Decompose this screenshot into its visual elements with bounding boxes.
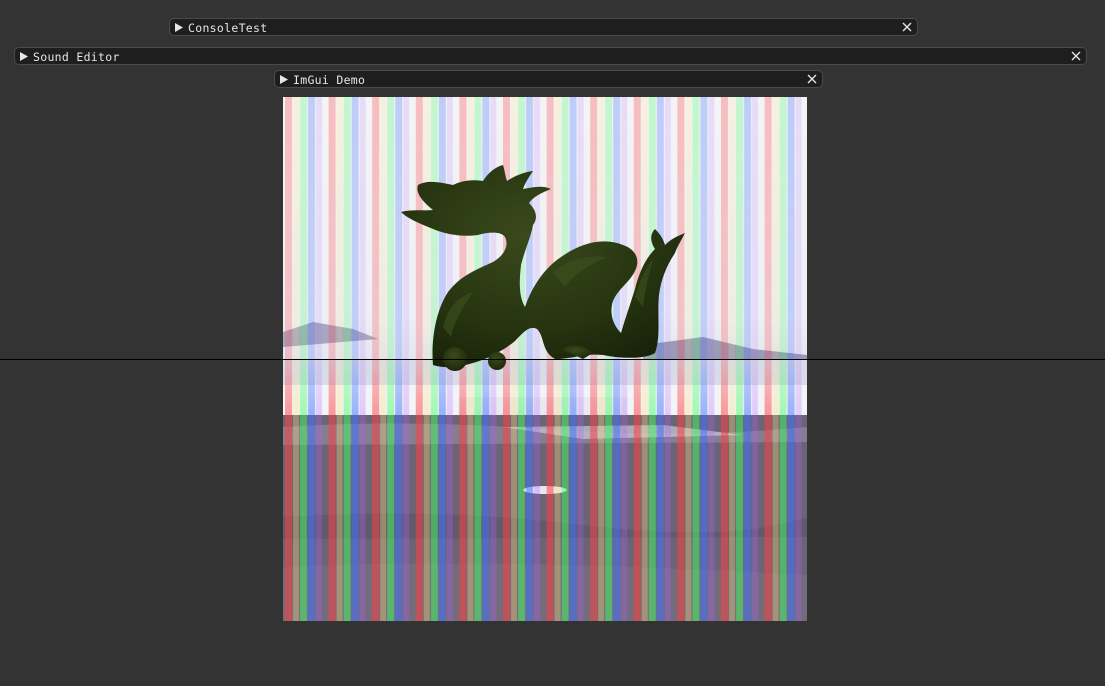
sound-editor-window[interactable]: Sound Editor bbox=[14, 47, 1087, 65]
collapse-arrow-icon[interactable] bbox=[170, 19, 188, 35]
window-title: ConsoleTest bbox=[188, 20, 268, 35]
collapse-arrow-icon[interactable] bbox=[275, 71, 293, 87]
horizon-line bbox=[0, 359, 1105, 360]
window-title: ImGui Demo bbox=[293, 72, 366, 87]
close-icon[interactable] bbox=[803, 71, 821, 87]
window-title: Sound Editor bbox=[33, 49, 120, 64]
close-icon[interactable] bbox=[898, 19, 916, 35]
console-test-window[interactable]: ConsoleTest bbox=[169, 18, 918, 36]
close-icon[interactable] bbox=[1067, 48, 1085, 64]
imgui-demo-window[interactable]: ImGui Demo bbox=[274, 70, 823, 88]
collapse-arrow-icon[interactable] bbox=[15, 48, 33, 64]
app-root: ConsoleTest Sound Editor ImGui Demo bbox=[0, 0, 1105, 686]
